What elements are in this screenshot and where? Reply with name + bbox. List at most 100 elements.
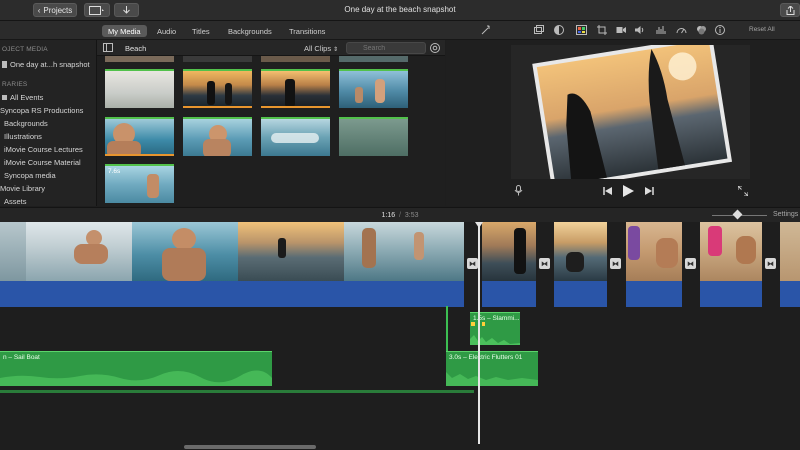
clip-filmstrip [626,222,682,281]
video-clip[interactable] [780,222,800,307]
sidebar-item-label: Syncopa media [4,171,56,180]
media-toolbar: My Media Audio Titles Backgrounds Transi… [0,21,800,40]
sidebar-item-library[interactable]: Syncopa RS Productions [0,106,83,115]
clip-label: 3.0s – Electric Flutters 01 [449,354,523,361]
play-icon[interactable] [623,185,634,197]
speed-icon[interactable] [675,24,687,36]
media-thumbnail[interactable] [261,69,330,108]
media-thumbnail[interactable] [339,56,408,62]
media-thumbnail[interactable] [183,69,252,108]
clip-filmstrip [0,222,464,281]
filter-icon[interactable] [695,24,707,36]
tab-label: Titles [192,26,210,36]
media-thumbnail[interactable] [105,56,174,62]
keyframe-marker [482,322,485,326]
tab-my-media[interactable]: My Media [102,25,147,37]
film-icon [2,61,7,68]
library-sidebar: OJECT MEDIA One day at...h snapshot RARI… [0,40,97,206]
equalizer-icon[interactable] [655,24,667,36]
skip-forward-icon[interactable] [645,187,654,195]
tab-backgrounds[interactable]: Backgrounds [222,25,278,37]
music-clip[interactable]: 3.0s – Electric Flutters 01 [446,351,538,386]
reset-all-button[interactable]: Reset All [749,26,775,33]
clip-audio-track [626,281,682,307]
sidebar-item-event[interactable]: iMovie Course Lectures [4,145,83,154]
playhead[interactable] [475,222,483,444]
info-icon[interactable] [714,24,726,36]
transition-icon[interactable]: ⧓ [765,258,776,269]
share-icon [786,5,794,15]
tab-transitions[interactable]: Transitions [283,25,331,37]
clip-audio-track [780,281,800,307]
crop-icon[interactable] [596,24,608,36]
timeline-settings-button[interactable]: Settings [773,211,798,218]
sidebar-item-label: One day at...h snapshot [10,60,90,69]
clip-audio-track [554,281,607,307]
duration-badge: 7.6s [108,168,121,175]
media-thumbnail[interactable] [261,56,330,62]
sidebar-item-project[interactable]: One day at...h snapshot [2,60,90,69]
video-clip[interactable] [554,222,607,307]
video-clip[interactable] [626,222,682,307]
sidebar-item-event[interactable]: Assets [4,197,27,206]
media-thumbnail[interactable] [105,69,174,108]
video-clip[interactable] [700,222,762,307]
sidebar-item-label: All Events [10,93,44,102]
music-clip[interactable]: n – Sail Boat [0,351,272,386]
media-thumbnail[interactable]: 7.6s [105,164,174,203]
skip-back-icon[interactable] [603,187,612,195]
sidebar-item-all-events[interactable]: All Events [2,93,43,102]
sidebar-item-event[interactable]: Illustrations [4,132,42,141]
media-thumbnail[interactable] [183,56,252,62]
sidebar-item-label: Illustrations [4,132,42,141]
clip-audio-track [700,281,762,307]
tab-titles[interactable]: Titles [186,25,216,37]
clip-filter-label: All Clips [304,44,332,53]
video-clip[interactable] [482,222,536,307]
media-thumbnail[interactable] [183,117,252,156]
microphone-icon[interactable] [514,185,523,196]
sidebar-item-event[interactable]: Syncopa media [4,171,56,180]
browser-settings-icon[interactable] [430,43,440,53]
keyframe-marker [471,322,475,326]
tab-label: My Media [108,26,141,36]
color-balance-icon[interactable] [553,24,565,36]
sidebar-item-library[interactable]: Movie Library [0,184,45,193]
crop-frame-icon[interactable] [533,24,545,36]
transition-icon[interactable]: ⧓ [467,258,478,269]
clip-filter-select[interactable]: All Clips ⇕ [304,44,338,53]
clip-filmstrip [554,222,607,281]
transition-icon[interactable]: ⧓ [685,258,696,269]
current-time: 1:16 [381,212,396,219]
video-clip[interactable] [0,222,464,307]
sidebar-item-label: Syncopa RS Productions [0,106,84,115]
project-media-heading: OJECT MEDIA [2,46,48,53]
magic-wand-icon[interactable] [480,24,492,36]
clip-audio-track [0,281,464,307]
media-thumbnail[interactable] [339,69,408,108]
color-palette-icon[interactable] [575,24,587,36]
search-input[interactable] [346,42,426,54]
sidebar-item-event[interactable]: Backgrounds [4,119,48,128]
updown-chevron-icon: ⇕ [333,47,339,53]
background-music-track[interactable] [0,390,474,393]
share-button[interactable] [780,3,800,17]
clip-label: n – Sail Boat [3,354,40,361]
sidebar-item-event[interactable]: iMovie Course Material [4,158,81,167]
tab-label: Transitions [289,26,326,36]
camera-stabilize-icon[interactable] [615,24,627,36]
media-thumbnail[interactable] [105,117,174,156]
transition-icon[interactable]: ⧓ [610,258,621,269]
title-bar: ‹ Projects One day at the beach snapshot [0,0,800,21]
fullscreen-icon[interactable] [738,186,748,196]
video-preview [511,45,750,179]
tab-audio[interactable]: Audio [151,25,182,37]
media-thumbnail[interactable] [339,117,408,156]
transition-icon[interactable]: ⧓ [539,258,550,269]
media-browser: Beach All Clips ⇕ Search 7.6s [97,40,445,206]
timeline-scrollbar[interactable] [184,445,316,449]
media-thumbnail[interactable] [261,117,330,156]
sidebar-toggle-icon[interactable] [103,43,113,52]
volume-icon[interactable] [634,24,646,36]
star-icon [2,95,7,100]
